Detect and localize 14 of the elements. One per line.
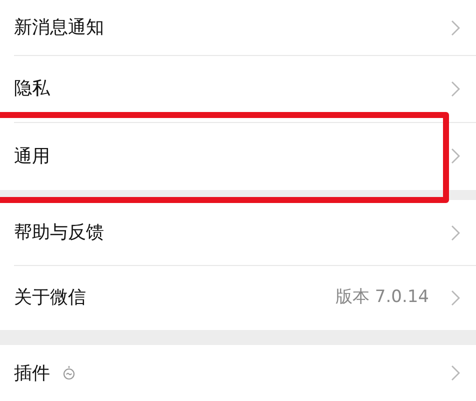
chevron-icon — [451, 80, 460, 96]
row-label: 关于微信 — [14, 286, 86, 310]
row-label: 帮助与反馈 — [14, 221, 104, 245]
row-label: 新消息通知 — [14, 16, 104, 40]
chevron-icon — [451, 290, 460, 306]
row-label: 插件 — [14, 362, 50, 386]
chevron-icon — [451, 224, 460, 240]
chevron-icon — [451, 20, 460, 36]
row-label: 通用 — [14, 144, 50, 168]
bulb-icon — [62, 365, 76, 381]
row-label: 隐私 — [14, 77, 50, 101]
chevron-icon — [451, 148, 460, 164]
chevron-icon — [451, 365, 460, 381]
version-text: 版本 7.0.14 — [336, 286, 429, 309]
